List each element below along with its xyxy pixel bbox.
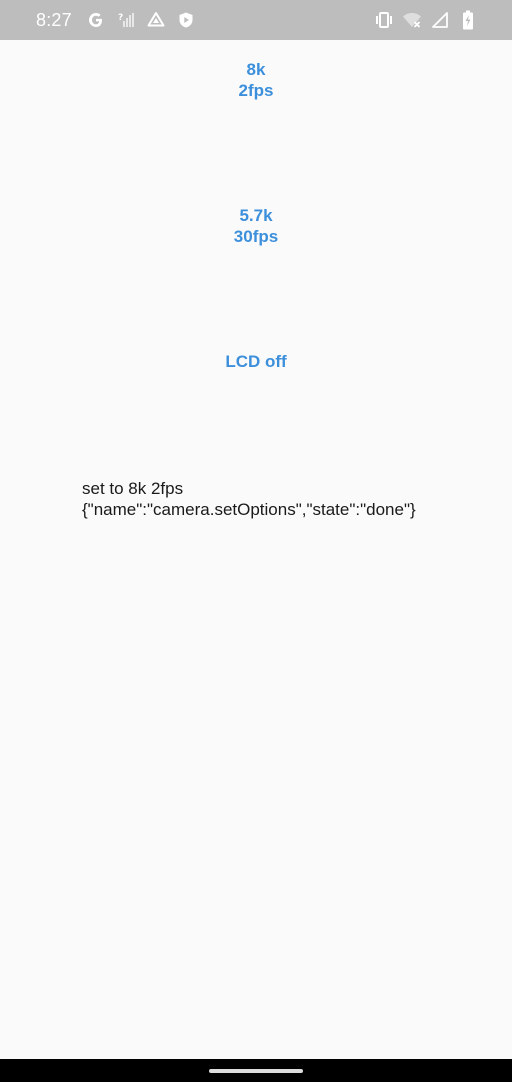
wifi-off-icon xyxy=(402,10,422,30)
button-resolution-label: 5.7k xyxy=(239,206,273,225)
wifi-unknown-icon: ? xyxy=(116,10,136,30)
log-response: {"name":"camera.setOptions","state":"don… xyxy=(82,500,416,519)
log-message: set to 8k 2fps xyxy=(82,479,184,498)
vibrate-icon xyxy=(374,10,394,30)
svg-text:?: ? xyxy=(118,13,123,23)
status-time: 8:27 xyxy=(36,10,72,30)
button-label: LCD off xyxy=(225,352,287,371)
shield-play-icon xyxy=(176,10,196,30)
battery-charging-icon xyxy=(458,10,478,30)
navigation-bar xyxy=(0,1059,512,1082)
set-5-7k-30fps-button[interactable]: 5.7k 30fps xyxy=(156,205,356,247)
button-resolution-label: 8k xyxy=(246,60,266,79)
drive-icon xyxy=(146,10,166,30)
status-notification-icons: ? xyxy=(86,10,196,30)
status-system-icons xyxy=(374,10,478,30)
google-g-icon xyxy=(86,10,106,30)
set-8k-2fps-button[interactable]: 8k 2fps xyxy=(156,59,356,101)
button-fps-label: 2fps xyxy=(238,81,274,100)
status-bar: 8:27 ? xyxy=(0,0,512,40)
lcd-off-button[interactable]: LCD off xyxy=(156,351,356,372)
status-log: set to 8k 2fps {"name":"camera.setOption… xyxy=(82,478,416,520)
cell-signal-icon xyxy=(430,10,450,30)
button-fps-label: 30fps xyxy=(233,227,279,246)
home-gesture-handle[interactable] xyxy=(209,1069,303,1073)
